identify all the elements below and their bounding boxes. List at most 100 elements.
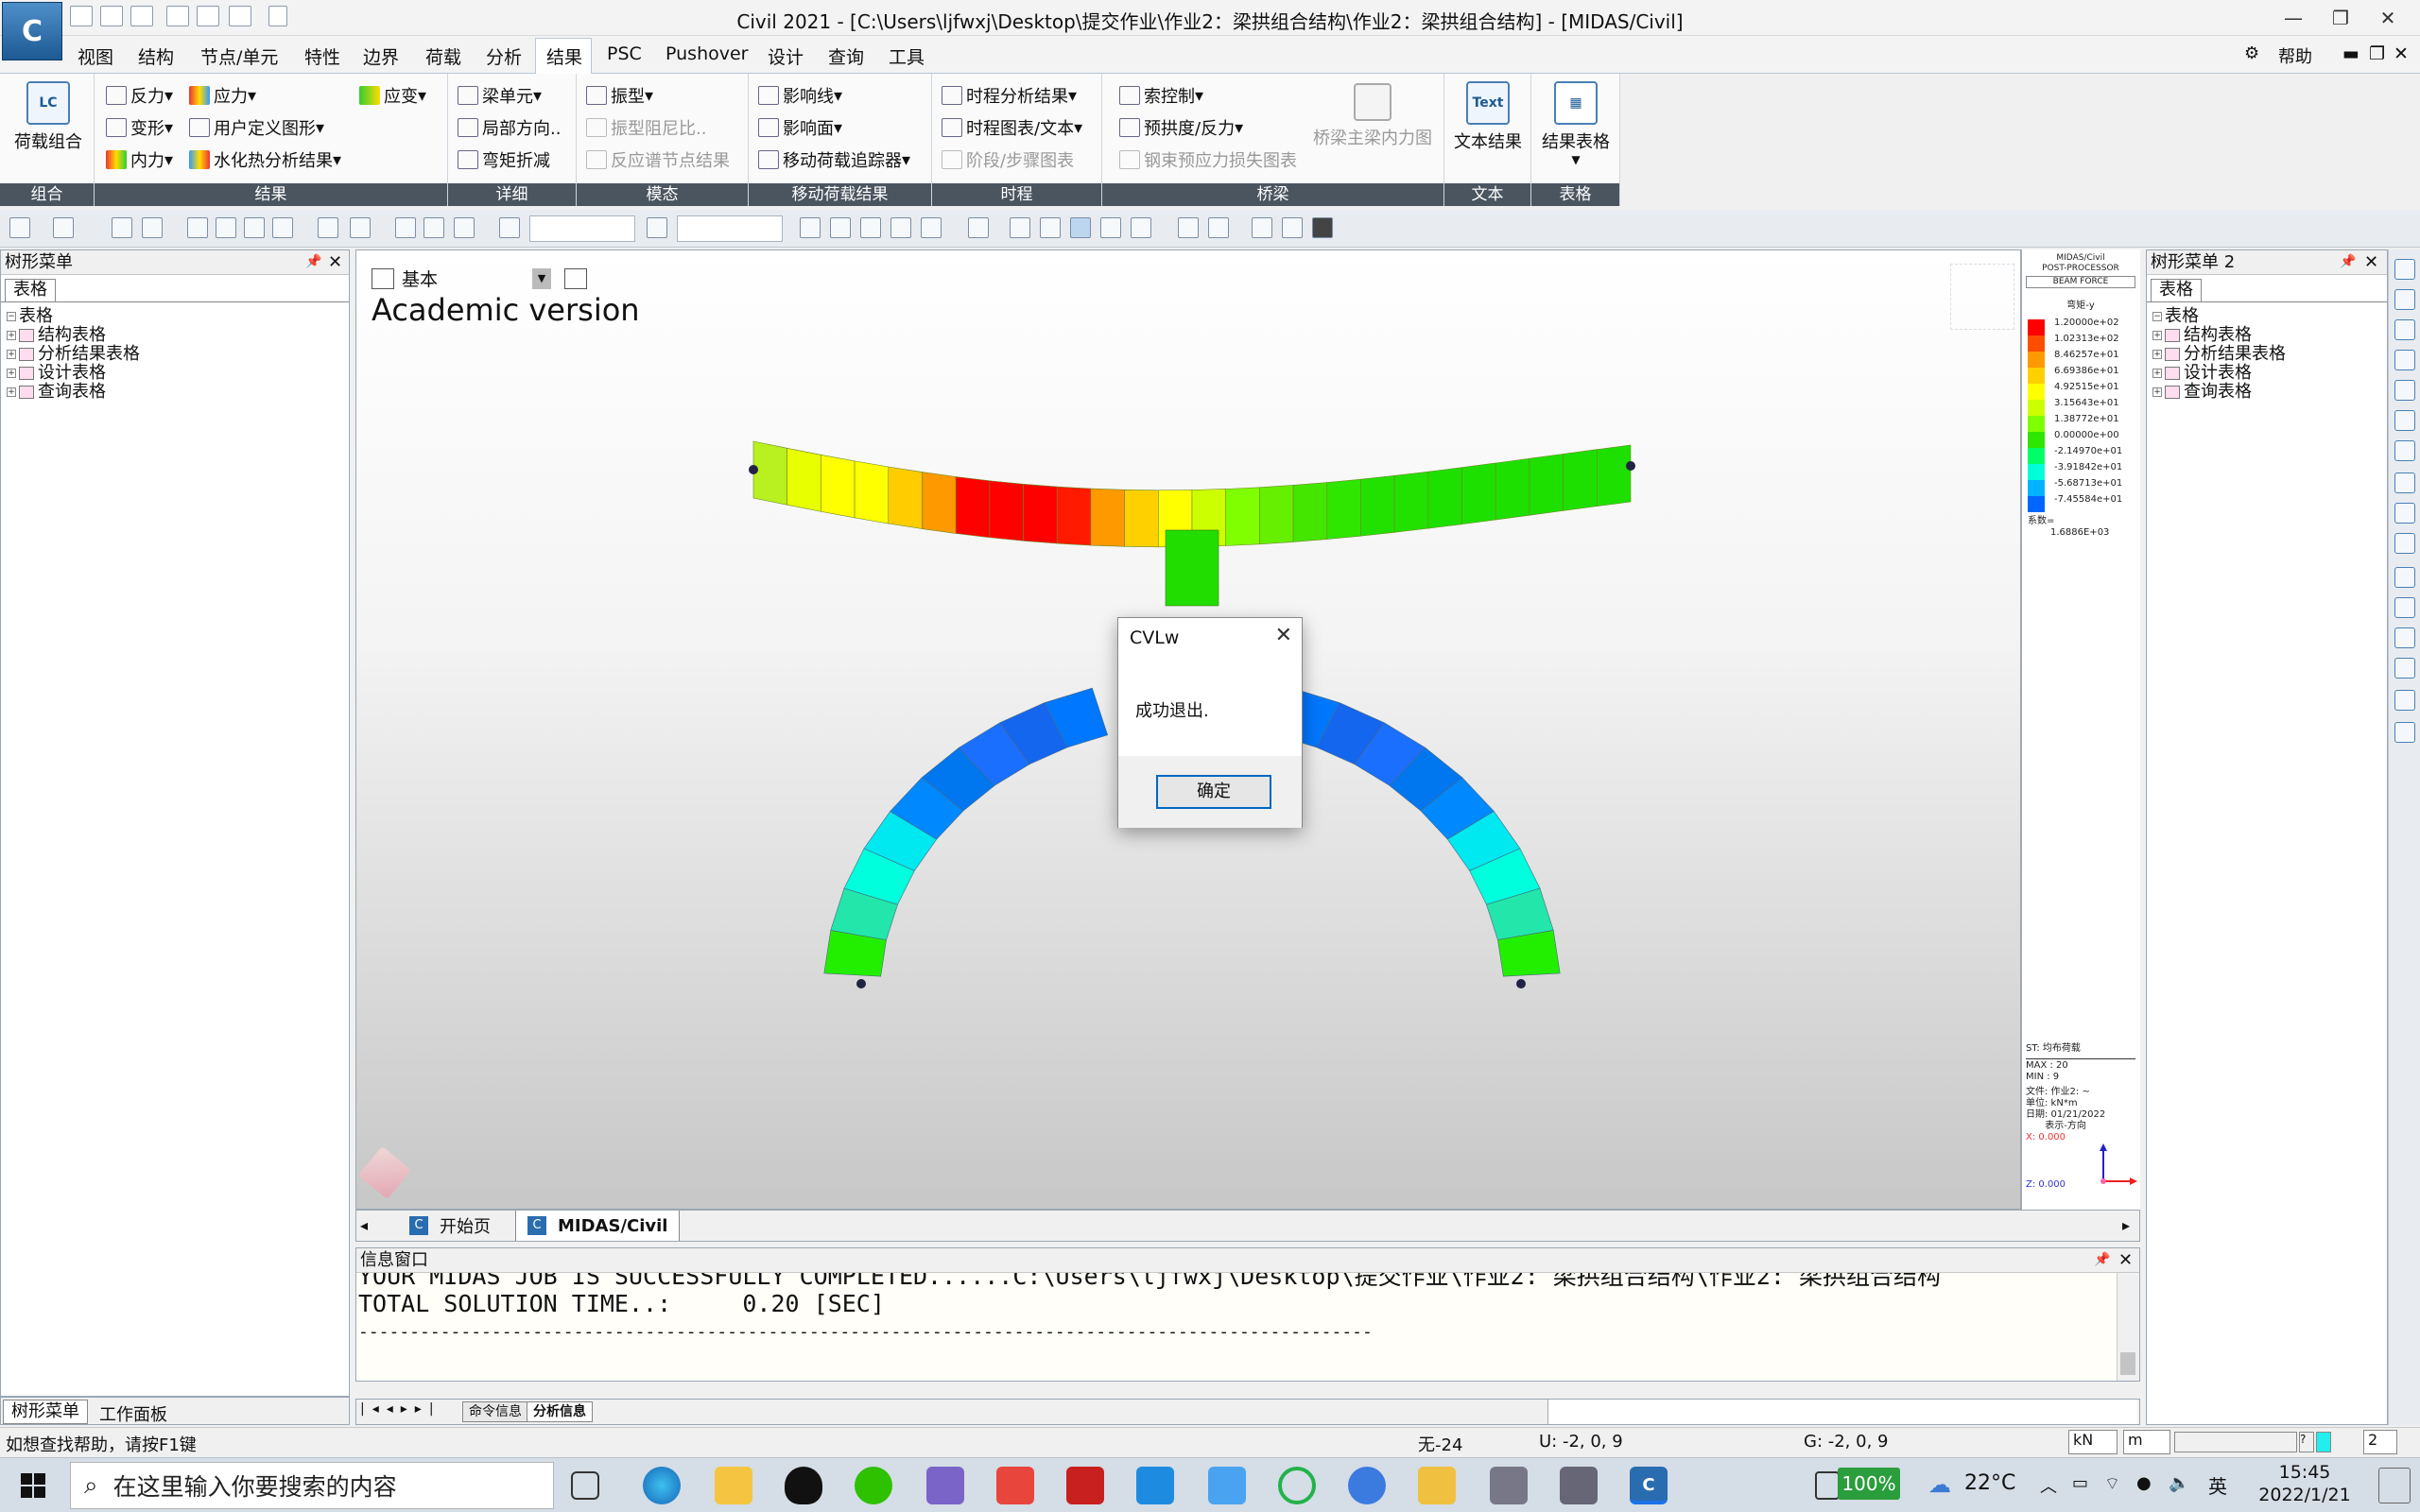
zoom-in-icon[interactable] <box>2394 259 2415 280</box>
shrink-icon[interactable] <box>1040 217 1061 238</box>
minimize-icon[interactable]: — <box>2274 4 2312 32</box>
zoom-out-icon[interactable] <box>2394 289 2415 310</box>
tree-item-design[interactable]: + 设计表格 <box>7 364 140 383</box>
new-file-icon[interactable] <box>70 6 93 26</box>
ok-button[interactable]: 确定 <box>1156 775 1271 809</box>
ribbon-minimize-icon[interactable]: ▬ <box>2342 43 2360 64</box>
cable-control-button[interactable]: 索控制 ▾ <box>1119 83 1203 108</box>
panel-close-icon[interactable]: ✕ <box>328 252 342 272</box>
menu-view[interactable]: 视图 <box>78 43 113 69</box>
volume-icon[interactable]: 🔈 <box>2169 1473 2189 1493</box>
wechat-icon[interactable] <box>855 1467 892 1504</box>
influence-line-button[interactable]: 影响线 ▾ <box>758 83 842 108</box>
right-tab-tables[interactable]: 表格 <box>2151 279 2202 301</box>
save-icon[interactable] <box>166 6 189 26</box>
tree-item-structure[interactable]: + 结构表格 <box>7 326 140 345</box>
tray-chevron-icon[interactable]: ︿ <box>2040 1473 2057 1498</box>
menu-analysis[interactable]: 分析 <box>486 43 522 69</box>
panel-close-icon[interactable]: ✕ <box>2364 252 2378 272</box>
tray-battery-icon[interactable]: ▭ <box>2072 1473 2088 1493</box>
rotate-icon[interactable] <box>2394 410 2415 431</box>
length-unit-select[interactable]: m <box>2123 1430 2170 1454</box>
menu-query[interactable]: 查询 <box>828 43 864 69</box>
menu-boundary[interactable]: 边界 <box>363 43 399 69</box>
inactivate-icon[interactable] <box>424 217 444 238</box>
pin-icon[interactable]: 📌 <box>2340 254 2356 269</box>
tree-item-design[interactable]: + 设计表格 <box>2152 364 2286 383</box>
tab-analysis-messages[interactable]: 分析信息 <box>527 1401 593 1422</box>
left-view-icon[interactable] <box>890 217 911 238</box>
mic-icon[interactable]: ● <box>2136 1473 2152 1493</box>
influence-surface-button[interactable]: 影响面 ▾ <box>758 115 842 140</box>
moving-load-tracer-button[interactable]: 移动荷载追踪器 ▾ <box>758 147 910 172</box>
notes-icon[interactable] <box>1418 1467 1456 1504</box>
deformation-button[interactable]: 变形 ▾ <box>106 115 173 140</box>
select-all-icon[interactable] <box>272 217 293 238</box>
force-unit-select[interactable]: kN <box>2068 1430 2118 1454</box>
menu-load[interactable]: 荷载 <box>425 43 461 69</box>
info-log-area[interactable]: YOUR MIDAS JOB IS SUCCESSFULLY COMPLETED… <box>356 1273 2115 1381</box>
hidden-icon[interactable] <box>1010 217 1030 238</box>
group-icon[interactable] <box>2394 597 2415 618</box>
weather-icon[interactable]: ☁ <box>1928 1471 1951 1498</box>
info-hscrollbar[interactable] <box>1547 1400 2137 1424</box>
menu-design[interactable]: 设计 <box>768 43 804 69</box>
print-preview-icon[interactable] <box>229 6 251 26</box>
ime-indicator[interactable]: 英 <box>2208 1471 2227 1499</box>
node-number-icon[interactable] <box>647 217 667 238</box>
iso-view-icon[interactable] <box>800 217 821 238</box>
spectrum-node-result-button[interactable]: 反应谱节点结果 <box>586 147 730 172</box>
table-icon[interactable] <box>2394 690 2415 711</box>
edge-browser-icon[interactable] <box>643 1467 681 1504</box>
windows-start-icon[interactable] <box>21 1473 45 1498</box>
info-nav-icons[interactable]: |◂◂▸▸| <box>360 1401 441 1417</box>
info-scrollbar[interactable] <box>2117 1273 2139 1381</box>
clock-time[interactable]: 15:45 <box>2267 1462 2342 1483</box>
temperature[interactable]: 22°C <box>1964 1471 2015 1495</box>
lock-icon[interactable] <box>1282 217 1303 238</box>
zoom-window-icon[interactable] <box>2394 350 2415 370</box>
export-icon[interactable] <box>2394 722 2415 743</box>
restore-icon[interactable]: ❐ <box>2322 4 2360 32</box>
strain-button[interactable]: 应变 ▾ <box>359 83 426 108</box>
gear-icon[interactable]: ⚙ <box>2244 43 2259 63</box>
all-active-icon[interactable] <box>454 217 475 238</box>
tabs-scroll-left-icon[interactable]: ◂ <box>360 1216 368 1234</box>
notification-icon[interactable] <box>2378 1468 2411 1503</box>
menu-structure[interactable]: 结构 <box>138 43 174 69</box>
help-icon[interactable]: ? <box>2299 1432 2314 1452</box>
app-icon-6[interactable] <box>1560 1467 1598 1504</box>
load-combination-button[interactable]: LC 荷载组合 <box>11 81 85 153</box>
plug-icon[interactable] <box>1815 1471 1840 1500</box>
zoom-window-icon[interactable] <box>112 217 132 238</box>
open-file-icon[interactable] <box>100 6 123 26</box>
view-icon[interactable] <box>2394 503 2415 524</box>
app-icon-2[interactable] <box>996 1467 1034 1504</box>
stage-step-graph-button[interactable]: 阶段/步骤图表 <box>942 147 1074 172</box>
info-scroll-thumb[interactable] <box>2120 1352 2135 1375</box>
rotate-icon[interactable] <box>968 217 989 238</box>
display-icon[interactable] <box>1100 217 1121 238</box>
activate-icon[interactable] <box>395 217 416 238</box>
render-icon[interactable] <box>1131 217 1151 238</box>
local-direction-button[interactable]: 局部方向.. <box>458 115 561 140</box>
pan-icon[interactable] <box>2394 380 2415 401</box>
heat-of-hydration-button[interactable]: 水化热分析结果 ▾ <box>189 147 341 172</box>
tree-root[interactable]: − 表格 <box>2152 307 2286 326</box>
info-close-icon[interactable]: ✕ <box>2118 1250 2133 1270</box>
camber-reaction-button[interactable]: 预拱度/反力 ▾ <box>1119 115 1243 140</box>
element-label-icon[interactable] <box>1208 217 1229 238</box>
app-icon-4[interactable] <box>1348 1467 1386 1504</box>
pointer-icon[interactable] <box>499 217 520 238</box>
filter-icon[interactable] <box>2394 658 2415 679</box>
pin-icon[interactable]: 📌 <box>305 254 321 269</box>
midas-civil-taskbar-icon[interactable]: C <box>1630 1467 1668 1504</box>
quick-access-dropdown-icon[interactable] <box>268 6 287 26</box>
undo-icon[interactable] <box>9 217 30 238</box>
layer-icon[interactable] <box>2394 533 2415 554</box>
app-icon-5[interactable] <box>1490 1467 1528 1504</box>
ribbon-restore-icon[interactable]: ❐ <box>2369 43 2385 64</box>
node-label-icon[interactable] <box>1178 217 1199 238</box>
shading-icon[interactable] <box>1070 217 1091 238</box>
tree-item-analysis[interactable]: + 分析结果表格 <box>2152 345 2286 364</box>
